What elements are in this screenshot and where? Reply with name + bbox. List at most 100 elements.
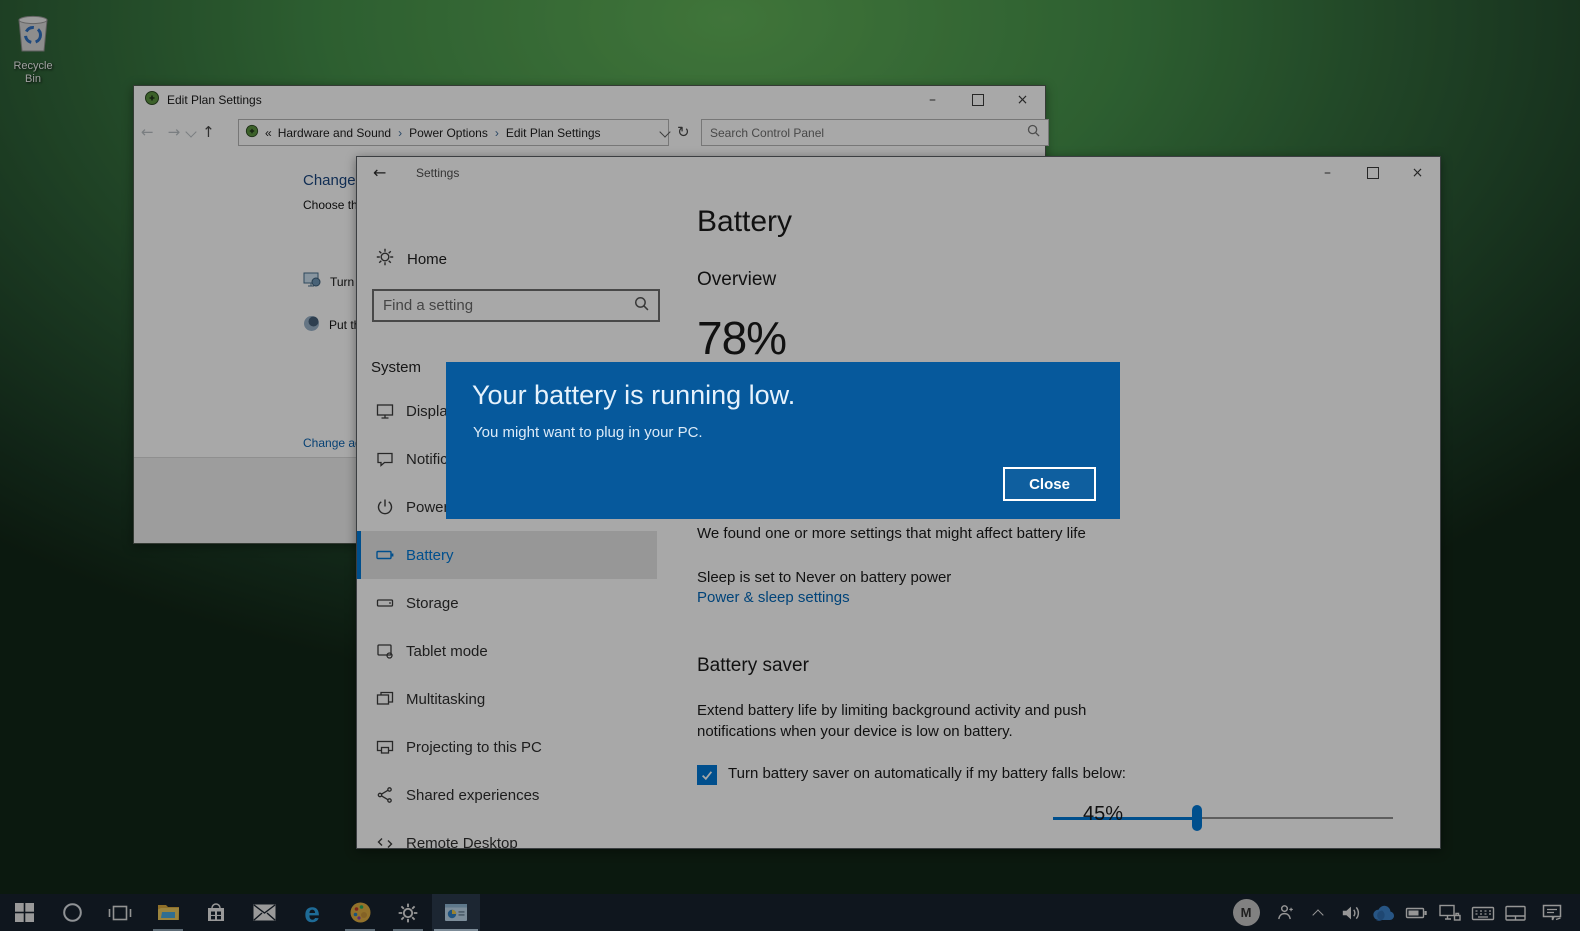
slider-thumb[interactable] — [1192, 805, 1202, 831]
back-icon[interactable]: ← — [373, 163, 386, 182]
multitasking-icon — [375, 689, 395, 709]
sleep-moon-icon — [303, 315, 320, 335]
gear-icon — [375, 247, 395, 272]
sidebar-item-label: Projecting to this PC — [406, 739, 542, 756]
recycle-bin-icon — [11, 41, 55, 58]
breadcrumb-hardware-and-sound[interactable]: Hardware and Sound — [278, 126, 391, 140]
sidebar-item-label: Shared experiences — [406, 787, 539, 804]
find-a-setting-input[interactable]: Find a setting — [372, 289, 660, 322]
address-bar[interactable]: « Hardware and Sound › Power Options › E… — [238, 119, 669, 146]
user-avatar[interactable]: M — [1224, 894, 1268, 931]
sidebar-item-multitasking[interactable]: Multitasking — [357, 675, 657, 723]
sidebar-item-shared-experiences[interactable]: Shared experiences — [357, 771, 657, 819]
dialog-close-button[interactable]: Close — [1003, 467, 1096, 501]
power-icon — [375, 497, 395, 517]
battery-saver-heading: Battery saver — [697, 655, 809, 677]
battery-warning-dialog: Your battery is running low. You might w… — [446, 362, 1120, 519]
microsoft-store-button[interactable] — [192, 894, 240, 931]
refresh-icon[interactable]: ↻ — [673, 123, 694, 141]
maximize-button[interactable] — [1350, 157, 1395, 189]
file-explorer-button[interactable] — [144, 894, 192, 931]
sidebar-item-label: Multitasking — [406, 691, 485, 708]
battery-saver-checkbox-row: Turn battery saver on automatically if m… — [697, 765, 1126, 785]
close-button[interactable]: × — [1395, 157, 1440, 189]
breadcrumb-edit-plan-settings[interactable]: Edit Plan Settings — [506, 126, 601, 140]
power-sleep-settings-link[interactable]: Power & sleep settings — [697, 589, 850, 606]
shared-experiences-icon — [375, 785, 395, 805]
section-label-system: System — [371, 359, 421, 376]
remote-desktop-icon — [375, 833, 395, 849]
sidebar-item-projecting[interactable]: Projecting to this PC — [357, 723, 657, 771]
taskbar: e M — [0, 894, 1580, 931]
breadcrumb-separator-icon: › — [494, 126, 500, 140]
battery-percent: 78% — [697, 311, 786, 365]
projecting-icon — [375, 737, 395, 757]
search-icon — [634, 296, 649, 316]
sidebar-item-battery[interactable]: Battery — [357, 531, 657, 579]
dialog-body: You might want to plug in your PC. — [473, 424, 703, 441]
display-clock-icon — [303, 272, 321, 291]
people-button[interactable] — [1268, 894, 1301, 931]
system-tray: M — [1224, 894, 1580, 931]
touchpad-button[interactable] — [1499, 894, 1532, 931]
task-view-button[interactable] — [96, 894, 144, 931]
battery-tray-button[interactable] — [1400, 894, 1433, 931]
find-placeholder: Find a setting — [383, 297, 634, 314]
findings-text: We found one or more settings that might… — [697, 525, 1086, 542]
battery-saver-checkbox[interactable] — [697, 765, 717, 785]
power-plan-icon — [144, 90, 160, 111]
avatar-letter: M — [1233, 899, 1260, 926]
up-icon[interactable]: ↑ — [195, 123, 222, 141]
search-placeholder: Search Control Panel — [710, 126, 1027, 140]
notifications-icon — [375, 449, 395, 469]
cp-window-title: Edit Plan Settings — [167, 93, 262, 107]
control-panel-search-input[interactable]: Search Control Panel — [701, 119, 1049, 146]
onedrive-button[interactable] — [1367, 894, 1400, 931]
recycle-bin-label: Recycle Bin — [4, 60, 62, 86]
search-icon — [1027, 124, 1040, 142]
sidebar-item-home[interactable]: Home — [375, 247, 447, 272]
touch-keyboard-button[interactable] — [1466, 894, 1499, 931]
paint-palette-button[interactable] — [336, 894, 384, 931]
sidebar-item-label: Remote Desktop — [406, 835, 518, 850]
breadcrumb-power-options[interactable]: Power Options — [409, 126, 488, 140]
back-icon[interactable]: ← — [134, 123, 161, 141]
forward-icon[interactable]: → — [161, 123, 188, 141]
dialog-title: Your battery is running low. — [472, 380, 795, 411]
hidden-icons-chevron[interactable] — [1301, 894, 1334, 931]
volume-button[interactable] — [1334, 894, 1367, 931]
sidebar-item-storage[interactable]: Storage — [357, 579, 657, 627]
battery-icon — [375, 545, 395, 565]
sidebar-item-remote-desktop[interactable]: Remote Desktop — [357, 819, 657, 849]
breadcrumb-overflow[interactable]: « — [265, 126, 272, 140]
start-button[interactable] — [0, 894, 48, 931]
recycle-bin[interactable]: Recycle Bin — [4, 8, 62, 86]
slider-value-label: 45% — [1083, 803, 1123, 826]
close-button[interactable]: × — [1000, 86, 1045, 114]
cp-titlebar[interactable]: Edit Plan Settings – × — [134, 86, 1045, 114]
mail-button[interactable] — [240, 894, 288, 931]
settings-button[interactable] — [384, 894, 432, 931]
microsoft-edge-button[interactable]: e — [288, 894, 336, 931]
maximize-button[interactable] — [955, 86, 1000, 114]
action-center-button[interactable] — [1532, 894, 1572, 931]
minimize-button[interactable]: – — [910, 86, 955, 114]
maximize-icon — [972, 94, 984, 106]
address-dropdown-chevron-icon[interactable] — [659, 126, 670, 137]
sleep-setting-text: Sleep is set to Never on battery power — [697, 569, 951, 586]
network-button[interactable] — [1433, 894, 1466, 931]
chevron-up-icon — [1312, 909, 1323, 920]
breadcrumb-separator-icon: › — [397, 126, 403, 140]
cortana-search-button[interactable] — [48, 894, 96, 931]
settings-titlebar[interactable]: ← Settings – × — [357, 157, 1440, 189]
slider-fill — [1053, 817, 1197, 820]
sidebar-item-tablet-mode[interactable]: Tablet mode — [357, 627, 657, 675]
sidebar-item-label: Battery — [406, 547, 454, 564]
cp-navigation-bar: ← → ↑ « Hardware and Sound › Power Optio… — [134, 114, 1045, 151]
battery-saver-checkbox-label: Turn battery saver on automatically if m… — [728, 765, 1126, 782]
minimize-button[interactable]: – — [1305, 157, 1350, 189]
maximize-icon — [1367, 167, 1379, 179]
edge-icon: e — [304, 899, 320, 927]
page-title: Battery — [697, 205, 792, 239]
control-panel-power-button[interactable] — [432, 894, 480, 931]
